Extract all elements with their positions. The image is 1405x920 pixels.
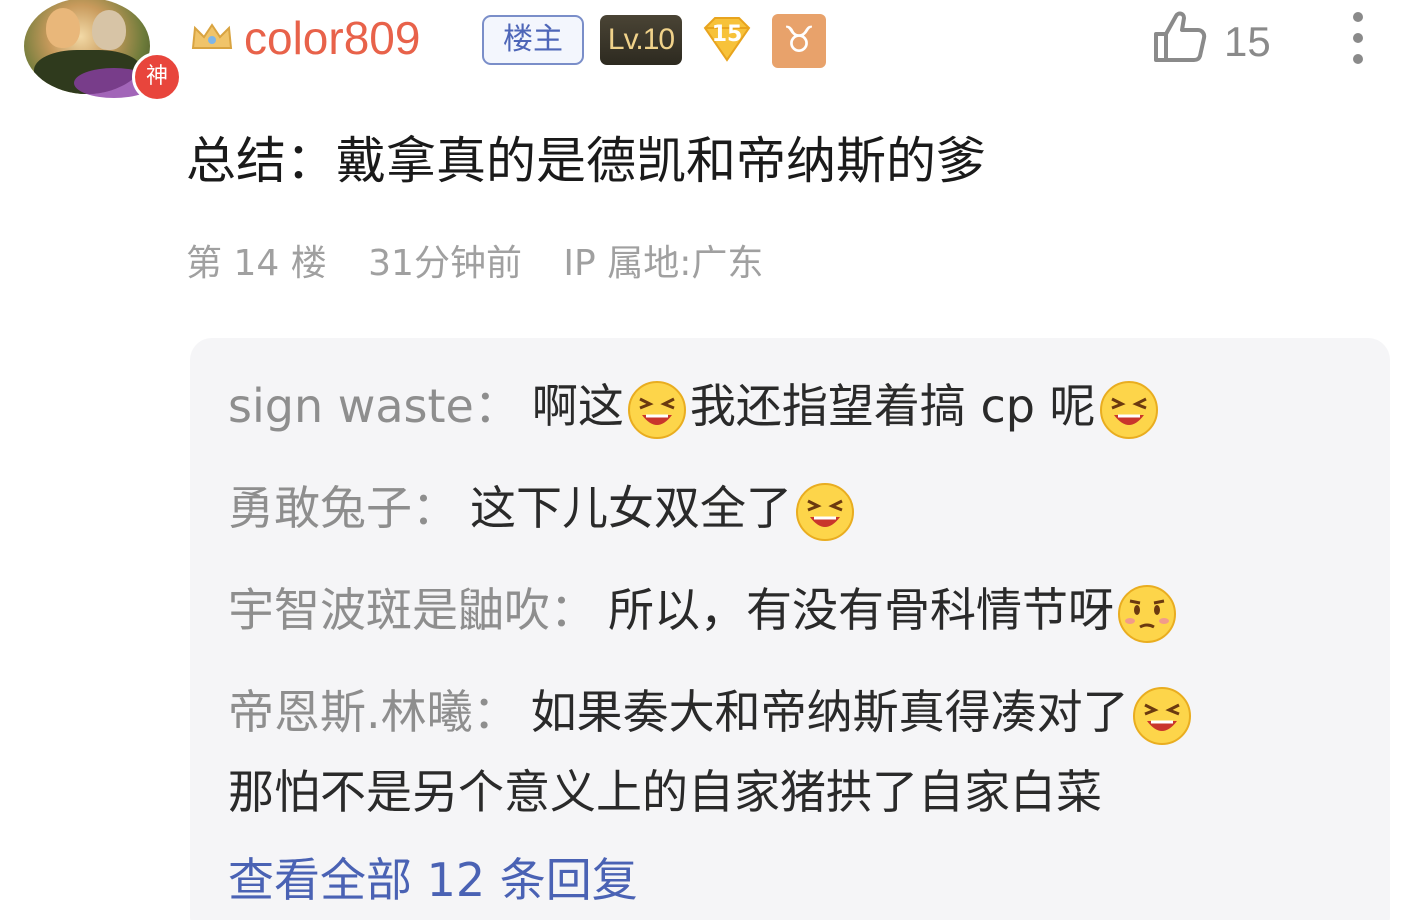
reply-author[interactable]: 帝恩斯.林曦 — [228, 685, 473, 739]
reply-item[interactable]: 勇敢兔子： 这下儿女双全了 — [228, 478, 858, 543]
reply-author[interactable]: 宇智波斑是鼬吹 — [228, 583, 550, 637]
ip-location: IP 属地:广东 — [563, 243, 764, 284]
reply-text: 这下儿女双全了 — [470, 481, 792, 535]
user-avatar[interactable]: 神 — [24, 0, 182, 102]
reply-separator: ： — [472, 685, 519, 739]
more-options-icon[interactable] — [1346, 10, 1370, 66]
reply-author[interactable]: sign waste — [228, 379, 474, 433]
reply-text: 如果奏大和帝纳斯真得凑对了 — [530, 685, 1129, 739]
crown-icon — [191, 23, 233, 49]
embarrassed-emoji-icon — [1118, 584, 1176, 643]
reply-separator: ： — [412, 481, 458, 535]
reply-item[interactable]: 宇智波斑是鼬吹： 所以，有没有骨科情节呀 — [228, 580, 1180, 645]
floor-number: 第 14 楼 — [186, 243, 327, 284]
reply-text-continued: 那怕不是另个意义上的自家猪拱了自家白菜 — [228, 765, 1102, 819]
post-time: 31分钟前 — [368, 243, 522, 284]
comment-card: 神 color809 楼主 Lv.10 15 ♉ 15 总结：戴拿真的是德凯和帝… — [0, 0, 1405, 920]
reply-text: 我还指望着搞 cp 呢 — [689, 379, 1096, 433]
reply-text: 啊这 — [531, 379, 624, 433]
like-count: 15 — [1224, 18, 1271, 65]
reply-separator: ： — [473, 379, 520, 433]
reply-separator: ： — [550, 583, 596, 637]
user-level-tag: Lv.10 — [600, 15, 682, 65]
reply-author[interactable]: 勇敢兔子 — [228, 481, 412, 535]
thumbs-up-icon[interactable] — [1150, 8, 1208, 66]
grinning-emoji-icon — [627, 380, 686, 439]
zodiac-taurus-tag: ♉ — [772, 14, 826, 68]
view-all-replies-link[interactable]: 查看全部 12 条回复 — [228, 850, 638, 910]
post-meta: 第 14 楼 31分钟前 IP 属地:广东 — [186, 240, 793, 288]
grinning-emoji-icon — [1132, 686, 1191, 745]
reply-text: 所以，有没有骨科情节呀 — [608, 583, 1114, 637]
username-link[interactable]: color809 — [244, 8, 420, 68]
reply-item[interactable]: sign waste： 啊这 我还指望着搞 cp 呢 — [228, 376, 1162, 441]
grinning-emoji-icon — [1099, 380, 1158, 439]
avatar-god-badge: 神 — [132, 52, 182, 102]
thread-owner-tag: 楼主 — [482, 15, 584, 65]
gem-level-number: 15 — [711, 22, 743, 47]
reply-item[interactable]: 帝恩斯.林曦： 如果奏大和帝纳斯真得凑对了那怕不是另个意义上的自家猪拱了自家白菜 — [228, 672, 1195, 832]
post-content: 总结：戴拿真的是德凯和帝纳斯的爹 — [186, 132, 986, 190]
grinning-emoji-icon — [796, 482, 854, 541]
